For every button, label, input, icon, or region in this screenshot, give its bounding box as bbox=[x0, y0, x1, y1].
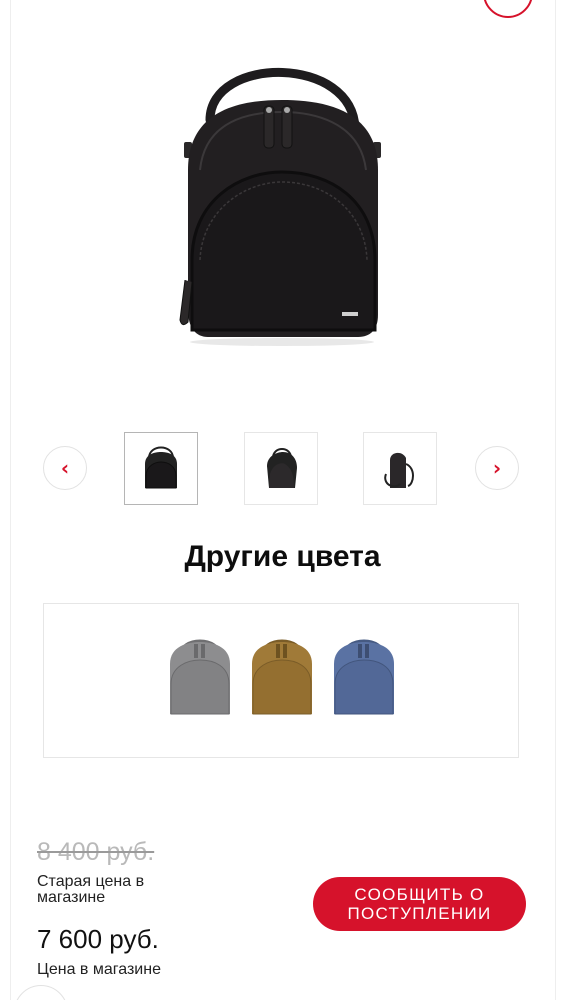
thumbnail-side-image bbox=[384, 452, 414, 488]
old-price-label: Старая цена в магазине bbox=[37, 873, 145, 906]
old-price: 8 400 руб. bbox=[37, 838, 155, 866]
current-price: 7 600 руб. bbox=[37, 924, 159, 954]
product-main-image bbox=[179, 67, 381, 346]
gallery-thumbnail-2[interactable] bbox=[244, 432, 318, 505]
other-colors-title: Другие цвета bbox=[184, 540, 381, 573]
gallery-thumbnail-3[interactable] bbox=[363, 432, 437, 505]
chevron-right-icon: › bbox=[492, 456, 502, 480]
gallery-prev-button[interactable]: ‹ bbox=[43, 446, 87, 490]
gallery-next-button[interactable]: › bbox=[475, 446, 519, 490]
thumbnail-front-image bbox=[145, 446, 177, 488]
color-option-gold[interactable] bbox=[248, 634, 316, 724]
thumbnail-angle-image bbox=[267, 447, 297, 488]
price-label: Цена в магазине bbox=[37, 961, 161, 978]
gallery-thumbnail-1[interactable] bbox=[124, 432, 198, 505]
other-colors-panel bbox=[43, 603, 519, 758]
chevron-left-icon: ‹ bbox=[60, 456, 70, 480]
notify-availability-button[interactable]: СООБЩИТЬ О ПОСТУПЛЕНИИ bbox=[313, 877, 526, 931]
color-option-gray[interactable] bbox=[166, 634, 234, 724]
color-option-blue[interactable] bbox=[330, 634, 398, 724]
